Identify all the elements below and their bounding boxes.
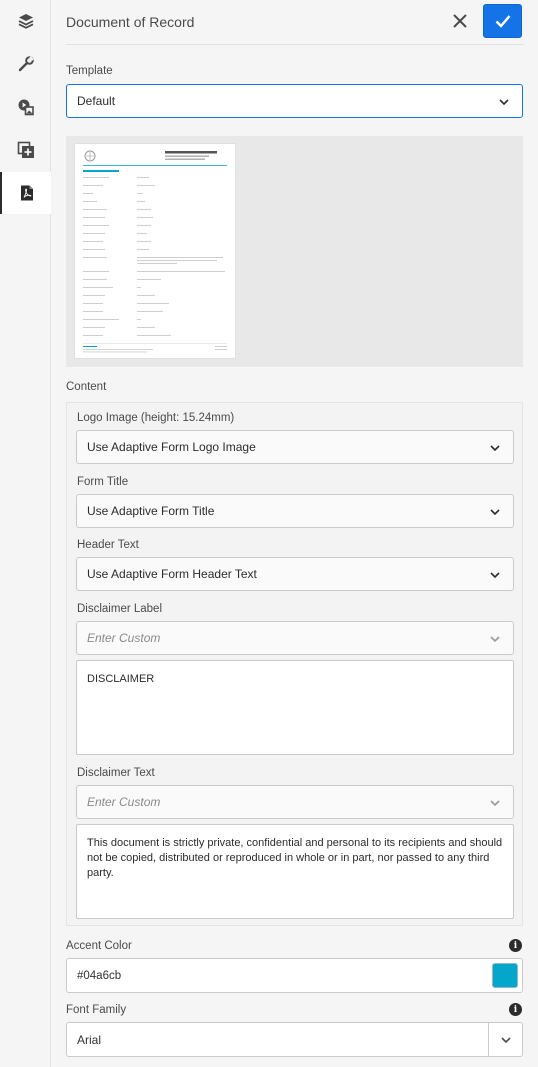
content-label: Content xyxy=(66,381,107,393)
logo-image-value: Use Adaptive Form Logo Image xyxy=(87,440,256,454)
header-divider xyxy=(66,44,524,45)
form-title-select[interactable]: Use Adaptive Form Title xyxy=(76,494,514,528)
assets-button[interactable] xyxy=(0,86,51,128)
checkmark-icon xyxy=(495,15,510,28)
add-panel-icon xyxy=(17,141,34,158)
document-of-record-button[interactable] xyxy=(0,172,51,214)
chevron-down-icon xyxy=(490,636,500,643)
close-icon xyxy=(453,14,467,28)
properties-button[interactable] xyxy=(0,43,51,85)
template-preview xyxy=(66,136,523,367)
template-label: Template xyxy=(66,65,113,77)
disclaimer-text-placeholder: Enter Custom xyxy=(87,795,161,809)
header-text-select[interactable]: Use Adaptive Form Header Text xyxy=(76,557,514,591)
chevron-down-icon xyxy=(499,99,509,106)
document-of-record-panel: Document of Record Template Default Cont… xyxy=(52,0,538,1067)
accent-color-field[interactable]: #04a6cb xyxy=(66,958,523,993)
disclaimer-text-textarea[interactable]: This document is strictly private, confi… xyxy=(76,824,514,919)
disclaimer-label-select[interactable]: Enter Custom xyxy=(76,621,514,655)
done-button[interactable] xyxy=(483,4,522,38)
accent-color-swatch[interactable] xyxy=(492,963,518,988)
content-section: Logo Image (height: 15.24mm) Use Adaptiv… xyxy=(66,402,523,926)
template-thumbnail xyxy=(74,143,236,359)
panel-title: Document of Record xyxy=(66,14,195,30)
header-text-label: Header Text xyxy=(77,539,139,551)
layers-button[interactable] xyxy=(0,0,51,42)
left-rail xyxy=(0,0,51,1067)
font-family-dropdown-button[interactable] xyxy=(488,1023,522,1056)
chevron-down-icon xyxy=(490,445,500,452)
chevron-down-icon xyxy=(490,572,500,579)
info-icon[interactable]: i xyxy=(509,1003,522,1016)
chevron-down-icon xyxy=(490,800,500,807)
font-family-select[interactable]: Arial xyxy=(66,1022,523,1057)
info-icon[interactable]: i xyxy=(509,939,522,952)
wrench-icon xyxy=(18,56,34,72)
chevron-down-icon xyxy=(500,1036,511,1043)
accent-color-value: #04a6cb xyxy=(77,969,122,982)
pdf-icon xyxy=(20,185,33,201)
font-family-value: Arial xyxy=(77,1032,102,1047)
form-title-value: Use Adaptive Form Title xyxy=(87,504,215,518)
chevron-down-icon xyxy=(490,509,500,516)
logo-image-select[interactable]: Use Adaptive Form Logo Image xyxy=(76,430,514,464)
close-button[interactable] xyxy=(448,9,472,33)
form-title-label: Form Title xyxy=(77,476,129,488)
components-button[interactable] xyxy=(0,129,51,171)
disclaimer-label-textarea[interactable]: DISCLAIMER xyxy=(76,660,514,755)
template-select[interactable]: Default xyxy=(66,84,523,118)
header-text-value: Use Adaptive Form Header Text xyxy=(87,567,257,581)
template-value: Default xyxy=(77,94,116,108)
disclaimer-text-label: Disclaimer Text xyxy=(77,767,155,779)
media-icon xyxy=(18,99,34,116)
disclaimer-label-label: Disclaimer Label xyxy=(77,603,163,615)
logo-image-label: Logo Image (height: 15.24mm) xyxy=(77,412,235,424)
disclaimer-text-select[interactable]: Enter Custom xyxy=(76,785,514,819)
disclaimer-label-placeholder: Enter Custom xyxy=(87,631,161,645)
font-family-label: Font Family xyxy=(66,1004,127,1016)
accent-color-label: Accent Color xyxy=(66,940,132,952)
layers-icon xyxy=(18,14,33,29)
